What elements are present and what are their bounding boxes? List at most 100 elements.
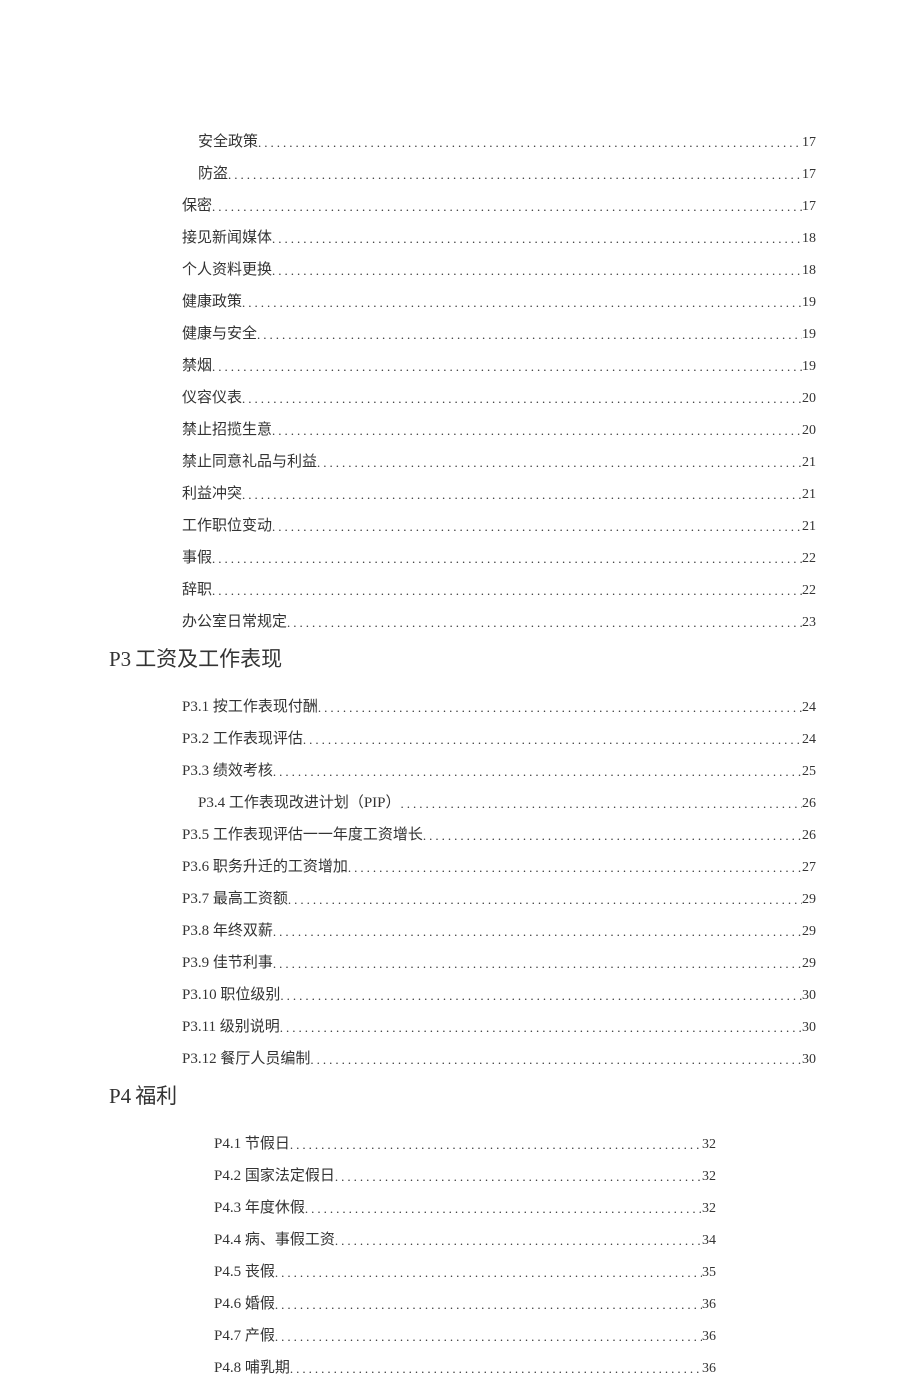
toc-leader-dots xyxy=(258,135,802,151)
toc-entry-label: 保密 xyxy=(182,194,212,215)
toc-leader-dots xyxy=(242,391,802,407)
toc-leader-dots xyxy=(257,327,802,343)
toc-entry-label: 仪容仪表 xyxy=(182,386,242,407)
toc-entry-label: P4.8 哺乳期 xyxy=(214,1356,290,1377)
toc-group-p3: P3.1 按工作表现付酬 24 P3.2 工作表现评估 24 P3.3 绩效考核 2… xyxy=(112,695,816,1068)
toc-entry: P3.6 职务升迁的工资增加 27 xyxy=(182,855,816,876)
toc-entry: 健康与安全 19 xyxy=(182,322,816,343)
toc-entry: P4.2 国家法定假日 32 xyxy=(214,1164,716,1185)
toc-entry-page: 36 xyxy=(702,1361,716,1377)
toc-entry: 禁止同意礼品与利益 21 xyxy=(182,450,816,471)
toc-entry-label: P4.4 病、事假工资 xyxy=(214,1228,335,1249)
toc-entry-label: P3.2 工作表现评估 xyxy=(182,727,303,748)
toc-entry-label: 个人资料更换 xyxy=(182,258,272,279)
toc-leader-dots xyxy=(272,423,802,439)
toc-entry-label: P4.5 丧假 xyxy=(214,1260,275,1281)
toc-entry-label: 工作职位变动 xyxy=(182,514,272,535)
toc-entry: 仪容仪表 20 xyxy=(182,386,816,407)
toc-entry-page: 17 xyxy=(802,167,816,183)
toc-entry-label: 办公室日常规定 xyxy=(182,610,287,631)
toc-entry: 办公室日常规定 23 xyxy=(182,610,816,631)
toc-entry: P3.5 工作表现评估一一年度工资增长 26 xyxy=(182,823,816,844)
toc-entry-page: 30 xyxy=(802,1020,816,1036)
toc-entry-page: 32 xyxy=(702,1201,716,1217)
toc-entry: 事假 22 xyxy=(182,546,816,567)
toc-entry-page: 26 xyxy=(802,828,816,844)
toc-leader-dots xyxy=(212,551,802,567)
toc-entry: 防盗 17 xyxy=(198,162,816,183)
toc-entry-label: P4.7 产假 xyxy=(214,1324,275,1345)
toc-entry: P3.8 年终双薪 29 xyxy=(182,919,816,940)
toc-leader-dots xyxy=(280,1020,802,1036)
toc-leader-dots xyxy=(272,231,802,247)
toc-leader-dots xyxy=(290,1137,702,1153)
toc-entry-page: 27 xyxy=(802,860,816,876)
toc-entry-page: 20 xyxy=(802,423,816,439)
toc-entry-page: 24 xyxy=(802,700,816,716)
toc-entry-page: 19 xyxy=(802,327,816,343)
toc-entry-label: 禁止同意礼品与利益 xyxy=(182,450,317,471)
toc-leader-dots xyxy=(275,1297,702,1313)
toc-leader-dots xyxy=(228,167,802,183)
toc-entry: P3.10 职位级别 30 xyxy=(182,983,816,1004)
toc-entry-label: P4.2 国家法定假日 xyxy=(214,1164,335,1185)
toc-entry-label: P3.3 绩效考核 xyxy=(182,759,273,780)
toc-entry-label: 利益冲突 xyxy=(182,482,242,503)
toc-leader-dots xyxy=(335,1169,702,1185)
toc-entry: P3.1 按工作表现付酬 24 xyxy=(182,695,816,716)
toc-entry-label: P3.11 级别说明 xyxy=(182,1015,280,1036)
toc-entry-page: 23 xyxy=(802,615,816,631)
toc-leader-dots xyxy=(242,295,802,311)
toc-entry-page: 24 xyxy=(802,732,816,748)
toc-entry-label: P3.10 职位级别 xyxy=(182,983,280,1004)
toc-entry-label: 安全政策 xyxy=(198,130,258,151)
toc-entry: 健康政策 19 xyxy=(182,290,816,311)
toc-leader-dots xyxy=(303,732,802,748)
toc-group-p2-rest: 安全政策 17防盗 17保密 17接见新闻媒体 18个人资料更换 18健康政策 … xyxy=(112,130,816,631)
toc-entry-label: 接见新闻媒体 xyxy=(182,226,272,247)
toc-entry-page: 25 xyxy=(802,764,816,780)
toc-entry: P4.5 丧假 35 xyxy=(214,1260,716,1281)
toc-entry: P3.12 餐厅人员编制 30 xyxy=(182,1047,816,1068)
toc-entry-page: 30 xyxy=(802,988,816,1004)
toc-entry-page: 21 xyxy=(802,519,816,535)
toc-entry-page: 29 xyxy=(802,956,816,972)
toc-entry-label: 辞职 xyxy=(182,578,212,599)
toc-entry-page: 32 xyxy=(702,1169,716,1185)
toc-entry: P4.8 哺乳期 36 xyxy=(214,1356,716,1377)
toc-entry-page: 17 xyxy=(802,199,816,215)
toc-entry: 安全政策 17 xyxy=(198,130,816,151)
toc-leader-dots xyxy=(212,583,802,599)
toc-leader-dots xyxy=(290,1361,702,1377)
section-heading-p4: P4福利 xyxy=(109,1080,816,1110)
toc-entry: 工作职位变动 21 xyxy=(182,514,816,535)
toc-entry: P3.7 最高工资额 29 xyxy=(182,887,816,908)
toc-entry-label: P3.12 餐厅人员编制 xyxy=(182,1047,310,1068)
toc-leader-dots xyxy=(273,924,802,940)
toc-entry-page: 29 xyxy=(802,892,816,908)
toc-entry-label: 禁烟 xyxy=(182,354,212,375)
section-prefix: P3 xyxy=(109,647,131,671)
toc-leader-dots xyxy=(348,860,802,876)
toc-entry-page: 20 xyxy=(802,391,816,407)
toc-leader-dots xyxy=(273,956,802,972)
toc-entry-page: 35 xyxy=(702,1265,716,1281)
toc-entry: 接见新闻媒体 18 xyxy=(182,226,816,247)
toc-leader-dots xyxy=(280,988,802,1004)
toc-leader-dots xyxy=(288,892,802,908)
toc-entry-page: 18 xyxy=(802,231,816,247)
toc-entry-page: 30 xyxy=(802,1052,816,1068)
toc-entry-label: P4.1 节假日 xyxy=(214,1132,290,1153)
toc-entry-label: P3.5 工作表现评估一一年度工资增长 xyxy=(182,823,423,844)
toc-entry: 禁烟 19 xyxy=(182,354,816,375)
toc-entry: P3.4 工作表现改进计划（PIP） 26 xyxy=(198,791,816,812)
section-title: 福利 xyxy=(135,1084,177,1108)
toc-leader-dots xyxy=(318,700,802,716)
toc-leader-dots xyxy=(212,199,802,215)
toc-entry-label: 禁止招揽生意 xyxy=(182,418,272,439)
toc-leader-dots xyxy=(335,1233,702,1249)
toc-entry-page: 22 xyxy=(802,583,816,599)
toc-entry-label: P3.8 年终双薪 xyxy=(182,919,273,940)
toc-entry-label: 防盗 xyxy=(198,162,228,183)
toc-leader-dots xyxy=(272,263,802,279)
